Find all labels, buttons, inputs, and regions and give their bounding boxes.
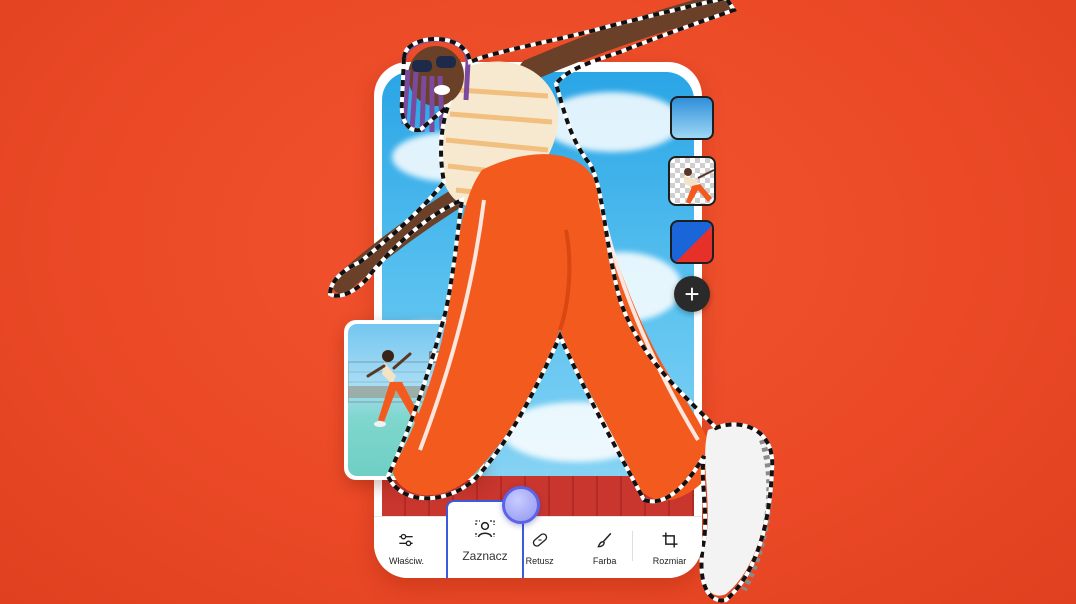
color-layer-icon[interactable]: [670, 220, 714, 264]
person-select-icon: [475, 520, 495, 538]
bottom-toolbar: Właściw. Retusz Farba Rozmiar: [374, 516, 702, 578]
tool-label: Rozmiar: [652, 555, 687, 566]
tool-label: Retusz: [525, 555, 554, 566]
original-photo: [348, 324, 480, 476]
tool-farba[interactable]: Farba: [572, 517, 637, 578]
toolbar-divider: [632, 531, 633, 561]
sky-layer-icon[interactable]: [670, 96, 714, 140]
cutout-layer-icon[interactable]: [668, 156, 716, 206]
tool-wlasciw[interactable]: Właściw.: [374, 517, 439, 578]
sliders-icon: [399, 533, 414, 546]
crop-icon: [662, 532, 678, 547]
bandage-icon: [532, 532, 547, 547]
original-photo-card[interactable]: [344, 320, 484, 480]
tool-label: Farba: [592, 555, 617, 566]
add-layer-button[interactable]: +: [674, 276, 710, 312]
brush-icon: [596, 532, 611, 547]
plus-icon: +: [684, 279, 700, 309]
touch-indicator: [502, 486, 540, 524]
tool-label: Właściw.: [388, 555, 424, 566]
tool-label: Zaznacz: [462, 549, 508, 563]
tool-rozmiar[interactable]: Rozmiar: [637, 517, 702, 578]
canvas-stage: + Właściw. Retusz Farba Rozmiar Zaznacz: [0, 0, 1076, 604]
